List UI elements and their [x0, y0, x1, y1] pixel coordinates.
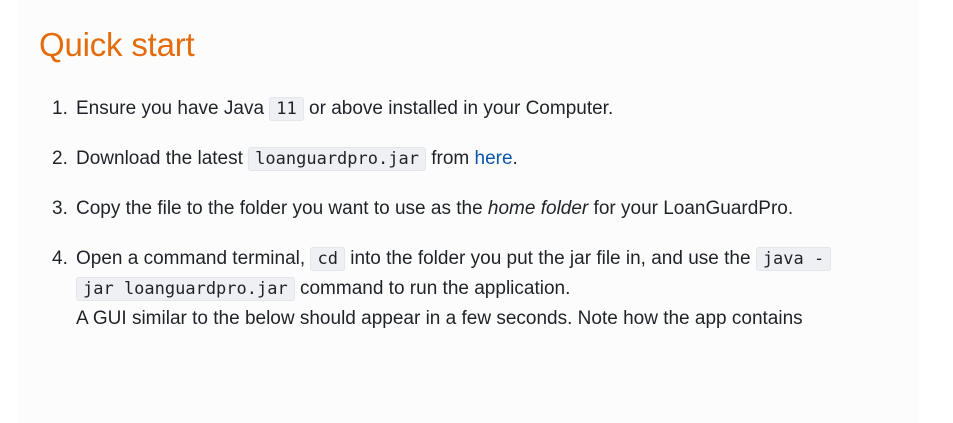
inline-code: 11 — [269, 97, 304, 121]
step-text: Open a command terminal, — [76, 248, 311, 269]
step-text: Download the latest — [76, 148, 249, 169]
list-item: 3. Copy the file to the folder you want … — [52, 194, 916, 224]
step-text: command to run the application. — [294, 278, 571, 299]
list-item: 4. Open a command terminal, cd into the … — [52, 244, 916, 334]
step-text: or above installed in your Computer. — [303, 98, 614, 119]
step-text: . — [512, 148, 518, 169]
inline-code: cd — [310, 247, 345, 271]
inline-code: java - — [755, 247, 832, 271]
step-text: into the folder you put the jar file in,… — [344, 248, 756, 269]
inline-code: jar loanguardpro.jar — [76, 277, 295, 301]
quick-start-steps: 1. Ensure you have Java 11 or above inst… — [52, 94, 916, 354]
step-text: Copy the file to the folder you want to … — [76, 198, 488, 219]
emphasis-text: home folder — [487, 198, 589, 219]
step-text: Ensure you have Java — [76, 98, 270, 119]
list-number: 3. — [52, 198, 68, 219]
list-item: 2. Download the latest loanguardpro.jar … — [52, 144, 916, 174]
list-number: 1. — [52, 98, 68, 119]
step-text: A GUI similar to the below should appear… — [76, 308, 803, 329]
download-link[interactable]: here — [475, 148, 513, 169]
step-text: from — [425, 148, 475, 169]
inline-code: loanguardpro.jar — [248, 147, 426, 171]
document-page: Quick start 1. Ensure you have Java 11 o… — [18, 0, 919, 423]
step-text: for your LoanGuardPro. — [588, 198, 794, 219]
list-item: 1. Ensure you have Java 11 or above inst… — [52, 94, 916, 124]
list-number: 2. — [52, 148, 68, 169]
page-title: Quick start — [39, 26, 195, 63]
list-number: 4. — [52, 248, 68, 269]
